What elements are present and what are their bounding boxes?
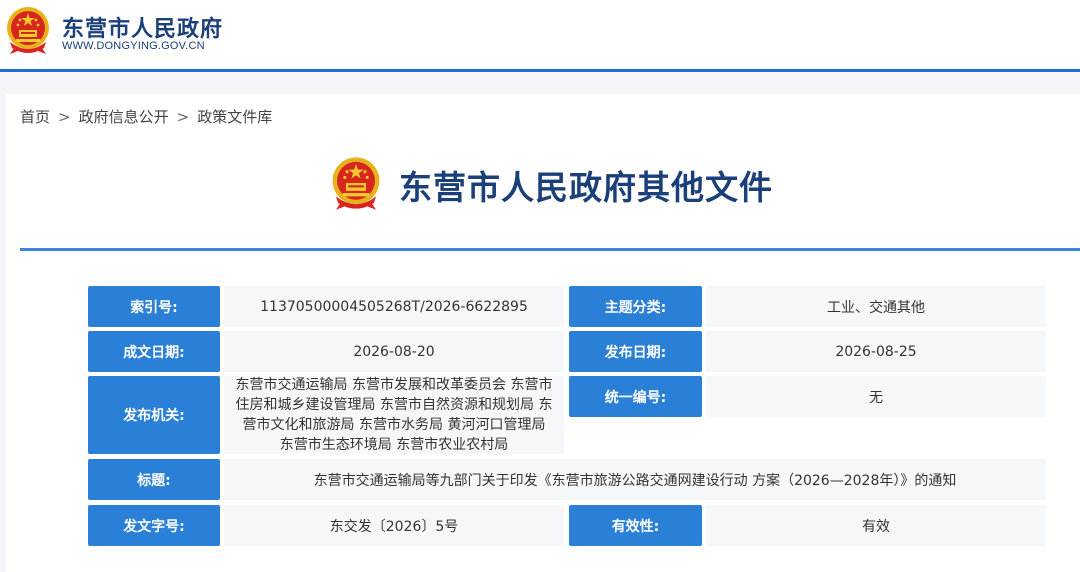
title-value: 东营市交通运输局等九部门关于印发《东营市旅游公路交通网建设行动 方案（2026—… [224, 459, 1046, 500]
site-name[interactable]: 东营市人民政府 [62, 11, 223, 43]
validity-value: 有效 [706, 505, 1046, 546]
unified-no-label: 统一编号: [569, 376, 702, 417]
issuer-value: 东营市交通运输局 东营市发展和改革委员会 东营市 住房和城乡建设管理局 东营市自… [224, 376, 564, 454]
breadcrumb-separator: > [58, 108, 71, 126]
breadcrumb-gov-info-link[interactable]: 政府信息公开 [79, 106, 169, 127]
published-date-value: 2026-08-25 [706, 331, 1046, 372]
issuer-label: 发布机关: [88, 376, 220, 454]
published-date-label: 发布日期: [569, 331, 702, 372]
topic-label: 主题分类: [569, 286, 702, 327]
topic-value: 工业、交通其他 [706, 286, 1046, 327]
created-date-value: 2026-08-20 [224, 331, 564, 372]
breadcrumb-home-link[interactable]: 首页 [20, 106, 50, 127]
breadcrumb: 首页 > 政府信息公开 > 政策文件库 [20, 106, 272, 127]
created-date-label: 成文日期: [88, 331, 220, 372]
issuer-line: 营市文化和旅游局 东营市水务局 黄河河口管理局 [242, 417, 546, 433]
index-no-label: 索引号: [88, 286, 220, 327]
doc-no-value: 东交发〔2026〕5号 [224, 505, 564, 546]
issuer-line: 东营市生态环境局 东营市农业农村局 [279, 437, 509, 453]
national-emblem-icon [332, 157, 380, 210]
title-label: 标题: [88, 459, 220, 500]
document-card: 首页 > 政府信息公开 > 政策文件库 东营市人民政府其他文件 索引号: 1137050… [6, 94, 1080, 572]
breadcrumb-separator: > [176, 108, 190, 126]
site-header: 东营市人民政府 WWW.DONGYING.GOV.CN [0, 0, 1080, 72]
page-title: 东营市人民政府其他文件 [399, 168, 773, 207]
validity-label: 有效性: [569, 505, 702, 546]
unified-no-value: 无 [706, 376, 1046, 417]
breadcrumb-policy-library-link[interactable]: 政策文件库 [197, 106, 272, 127]
site-domain: WWW.DONGYING.GOV.CN [62, 40, 205, 52]
heading-divider [20, 248, 1080, 251]
issuer-line: 东营市交通运输局 东营市发展和改革委员会 东营市 [235, 377, 553, 393]
national-emblem-icon[interactable] [4, 4, 52, 56]
issuer-line: 住房和城乡建设管理局 东营市自然资源和规划局 东 [235, 397, 553, 413]
index-no-value: 11370500004505268T/2026-6622895 [224, 286, 564, 327]
doc-no-label: 发文字号: [88, 505, 220, 546]
